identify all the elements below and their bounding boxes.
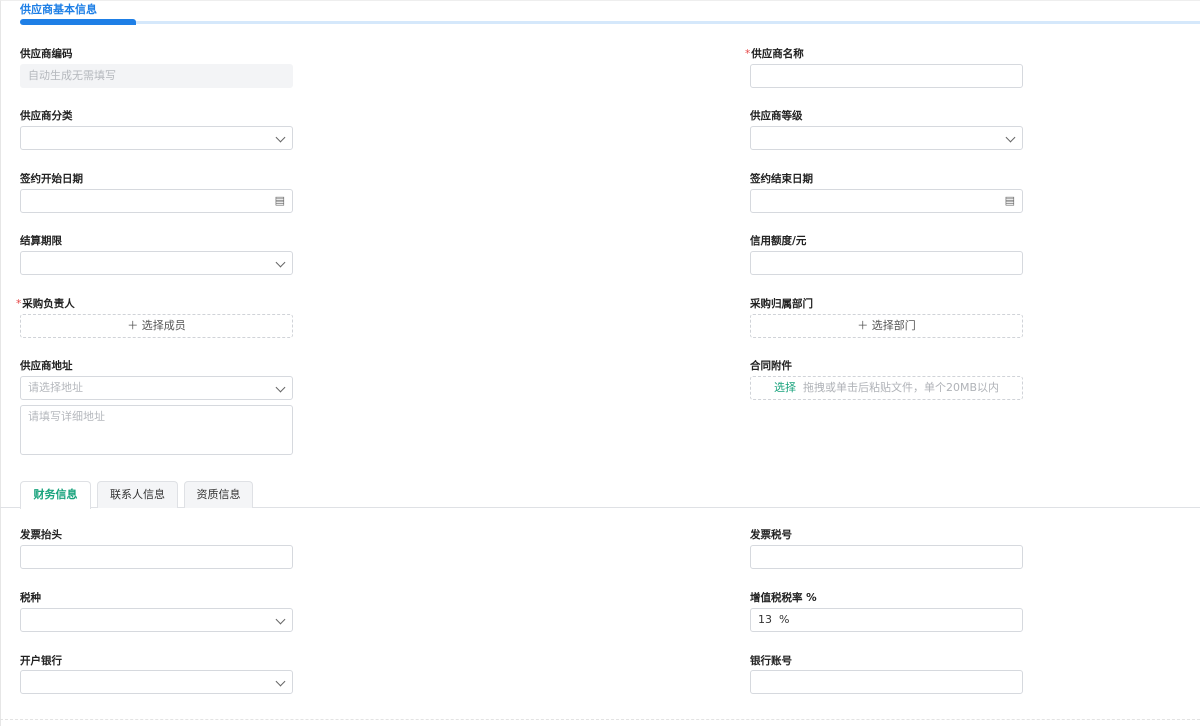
settlement-label: 结算期限 [20,235,62,247]
account-input[interactable] [750,670,1023,694]
bank-label: 开户银行 [20,655,62,667]
supplier-level-select[interactable] [750,126,1023,150]
start-date-picker[interactable]: ▤ [20,189,293,213]
required-mark: * [745,48,751,60]
attachment-select-link[interactable]: 选择 [774,381,796,394]
attachment-dropzone[interactable]: 选择 拖拽或单击后粘贴文件，单个20MB以内 [750,376,1023,400]
start-date-label: 签约开始日期 [20,173,83,185]
credit-input[interactable] [750,251,1023,275]
supplier-name-label-text: 供应商名称 [751,48,804,60]
tax-no-input[interactable] [750,545,1023,569]
calendar-icon: ▤ [274,194,285,207]
tax-no-label: 发票税号 [750,529,792,541]
supplier-code-input: 自动生成无需填写 [20,64,293,88]
chevron-down-icon [1005,132,1016,143]
account-label: 银行账号 [750,655,792,667]
chevron-down-icon [275,132,286,143]
chevron-down-icon [275,676,286,687]
tax-type-label: 税种 [20,592,41,604]
buyer-label-text: 采购负责人 [22,298,75,310]
tax-type-select[interactable] [20,608,293,632]
attachment-label: 合同附件 [750,360,792,372]
end-date-label: 签约结束日期 [750,173,813,185]
supplier-category-label: 供应商分类 [20,110,73,122]
calendar-icon: ▤ [1004,194,1015,207]
required-mark: * [16,298,22,310]
address-detail-placeholder: 请填写详细地址 [28,410,105,423]
section-title: 供应商基本信息 [20,3,97,16]
section-indicator [20,19,136,25]
tab-qualification[interactable]: 资质信息 [184,481,253,508]
bank-select[interactable] [20,670,293,694]
bottom-divider [0,719,1200,720]
attachment-hint: 拖拽或单击后粘贴文件，单个20MB以内 [802,381,1000,394]
invoice-title-input[interactable] [20,545,293,569]
chevron-down-icon [275,614,286,625]
supplier-level-label: 供应商等级 [750,110,803,122]
supplier-category-select[interactable] [20,126,293,150]
select-dept-button[interactable]: ＋ 选择部门 [750,314,1023,338]
invoice-title-label: 发票抬头 [20,529,62,541]
buyer-label: *采购负责人 [16,296,75,311]
tab-finance[interactable]: 财务信息 [20,481,91,509]
end-date-picker[interactable]: ▤ [750,189,1023,213]
chevron-down-icon [275,257,286,268]
supplier-name-label: *供应商名称 [745,46,804,61]
address-detail-textarea[interactable]: 请填写详细地址 [20,405,293,455]
chevron-down-icon [275,382,286,393]
tab-divider [0,507,1200,508]
address-placeholder: 请选择地址 [28,381,83,394]
supplier-name-input[interactable] [750,64,1023,88]
section-divider [20,21,1200,24]
address-label: 供应商地址 [20,360,73,372]
tab-contacts[interactable]: 联系人信息 [97,481,178,508]
settlement-select[interactable] [20,251,293,275]
vat-rate-input[interactable]: 13 % [750,608,1023,632]
select-member-button[interactable]: ＋ 选择成员 [20,314,293,338]
credit-label: 信用额度/元 [750,235,807,247]
supplier-code-label: 供应商编码 [20,48,73,60]
supplier-code-placeholder: 自动生成无需填写 [28,69,116,82]
vat-rate-label: 增值税税率 % [750,592,817,604]
address-select[interactable]: 请选择地址 [20,376,293,400]
dept-label: 采购归属部门 [750,298,813,310]
